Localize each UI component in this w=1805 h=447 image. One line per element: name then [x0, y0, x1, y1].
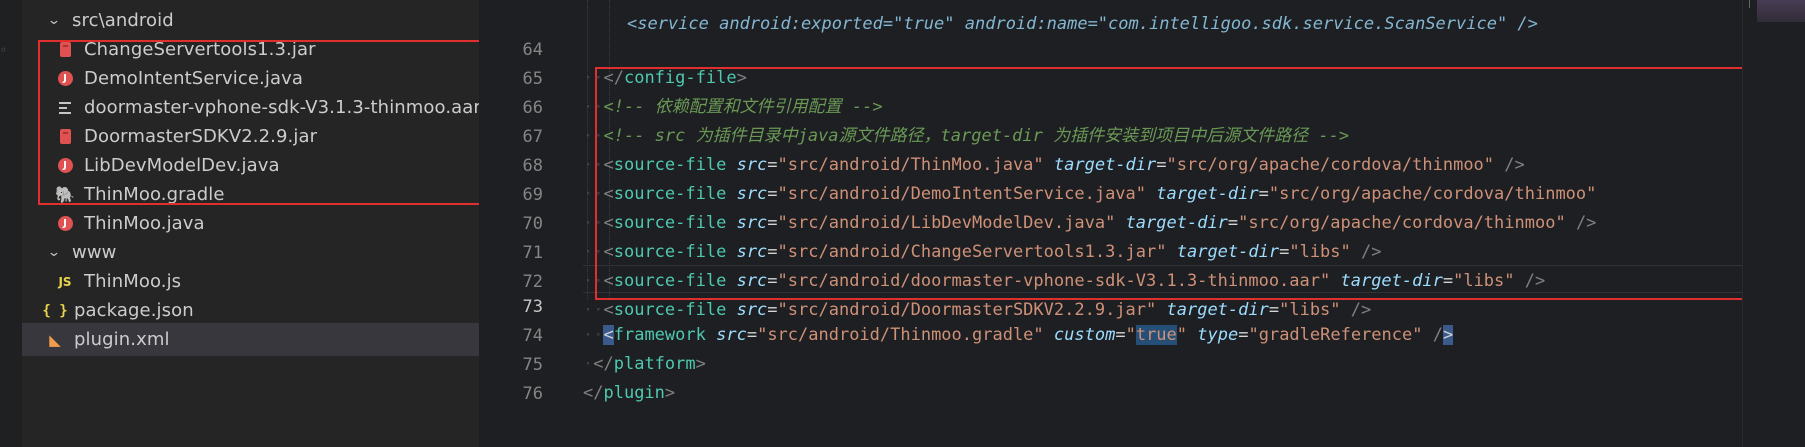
code-line-70: 70 ··<source-file src="src/android/Chang…: [522, 214, 1382, 262]
code-line-67: 67 ··<source-file src="src/android/ThinM…: [522, 127, 1525, 175]
file-label: ThinMoo.js: [84, 271, 182, 292]
file-label: doormaster-vphone-sdk-V3.1.3-thinmoo.aar: [84, 97, 479, 118]
rss-icon: ◣: [49, 330, 61, 349]
file-label: LibDevModelDev.java: [84, 155, 280, 176]
jar-icon: [56, 128, 74, 146]
chevron-down-icon: ⌄: [46, 13, 62, 28]
java-icon: J: [56, 215, 74, 233]
indent-marker-icon: ◦: [0, 43, 8, 57]
tree-file-plugin-xml[interactable]: ◣ plugin.xml: [22, 323, 479, 356]
file-label: ThinMoo.java: [84, 213, 205, 234]
jar-icon: [56, 41, 74, 59]
java-icon: J: [56, 70, 74, 88]
gradle-elephant-icon: 🐘: [55, 184, 75, 204]
folder-label: src\android: [72, 10, 174, 31]
code-line-72: 72 ··<source-file src="src/android/Doorm…: [522, 272, 1372, 320]
file-label: ThinMoo.gradle: [84, 184, 225, 205]
file-label: ChangeServertools1.3.jar: [84, 39, 316, 60]
code-line-66: 66 ··<!-- src 为插件目录中java源文件路径，target-dir…: [522, 98, 1350, 146]
code-line-74: 74 ·</platform>: [522, 326, 706, 374]
file-label: DemoIntentService.java: [84, 68, 303, 89]
code-line-69: 69 ··<source-file src="src/android/LibDe…: [522, 185, 1597, 233]
code-line-73: 73 ··<framework src="src/android/Thinmoo…: [522, 297, 1454, 345]
code-editor[interactable]: <service android:exported="true" android…: [479, 0, 1742, 447]
code-line-71: 71 ··<source-file src="src/android/doorm…: [522, 243, 1546, 291]
code-line-68: 68 ··<source-file src="src/android/DemoI…: [522, 156, 1597, 204]
file-label: package.json: [74, 300, 194, 321]
code-line-76: 76: [522, 384, 543, 404]
json-braces-icon: { }: [42, 302, 68, 319]
folder-label: www: [72, 242, 117, 263]
chevron-down-icon: ⌄: [46, 245, 62, 260]
code-line-65: 65 ··<!-- 依赖配置和文件引用配置 -->: [522, 69, 883, 117]
java-icon: J: [56, 157, 74, 175]
minimap[interactable]: [1742, 0, 1805, 447]
code-line-64: 64 ··</config-file>: [522, 40, 747, 88]
file-label: DoormasterSDKV2.2.9.jar: [84, 126, 318, 147]
file-label: plugin.xml: [74, 329, 170, 350]
file-lines-icon: [56, 99, 74, 117]
explorer-panel: ◦ ⌄ src\android ChangeServertools1.3.jar…: [0, 0, 483, 447]
explorer-gutter: ◦: [0, 0, 22, 447]
js-icon: JS: [58, 274, 72, 289]
code-line-75: 75 </plugin>: [522, 355, 676, 403]
